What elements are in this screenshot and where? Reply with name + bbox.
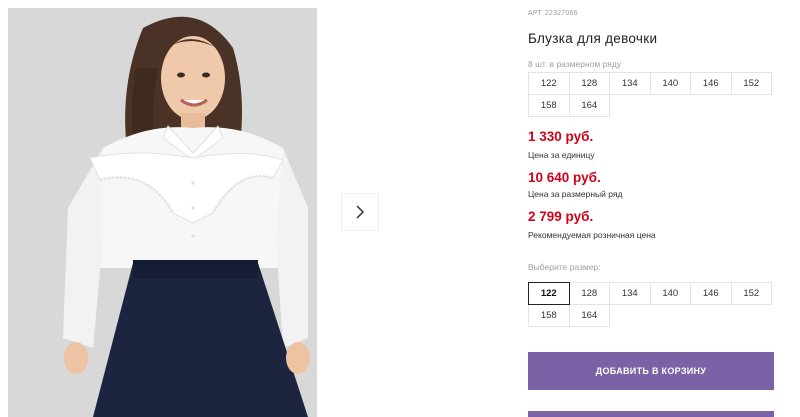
size-option-134[interactable]: 134 xyxy=(609,282,651,305)
product-photo-illustration xyxy=(8,8,317,417)
article-number: АРТ 22327066 xyxy=(528,10,578,17)
size-option-146[interactable]: 146 xyxy=(690,282,732,305)
size-row-cell: 122 xyxy=(528,72,570,95)
size-row-cell: 140 xyxy=(649,72,691,95)
size-row-cell: 146 xyxy=(690,72,732,95)
row-price-note: Цена за размерный ряд xyxy=(528,189,623,199)
product-photo[interactable] xyxy=(8,8,317,417)
size-option-164[interactable]: 164 xyxy=(568,304,610,327)
size-row-cell: 134 xyxy=(609,72,651,95)
add-to-cart-button[interactable]: ДОБАВИТЬ В КОРЗИНУ xyxy=(528,352,774,390)
secondary-action-button[interactable] xyxy=(528,411,774,417)
product-info: АРТ 22327066 Блузка для девочки 8 шт. в р… xyxy=(528,0,800,417)
size-option-152[interactable]: 152 xyxy=(730,282,772,305)
gallery-next-button[interactable] xyxy=(341,193,379,231)
product-title: Блузка для девочки xyxy=(528,31,658,46)
size-option-122[interactable]: 122 xyxy=(528,282,570,305)
size-row-cell: 152 xyxy=(730,72,772,95)
size-row-caption: 8 шт. в размерном ряду xyxy=(528,59,622,69)
product-gallery xyxy=(0,0,392,417)
article-label: АРТ xyxy=(528,10,542,17)
size-option-158[interactable]: 158 xyxy=(528,304,570,327)
row-price: 10 640 руб. xyxy=(528,170,601,185)
size-row-cell: 164 xyxy=(568,94,610,117)
chevron-right-icon xyxy=(356,205,365,219)
choose-size-caption: Выберите размер: xyxy=(528,262,601,272)
size-selector: 122 128 134 140 146 152 158 164 xyxy=(528,282,777,327)
size-row-grid: 122 128 134 140 146 152 158 164 xyxy=(528,72,777,117)
size-row-cell: 128 xyxy=(568,72,610,95)
unit-price-note: Цена за единицу xyxy=(528,150,595,160)
unit-price: 1 330 руб. xyxy=(528,129,594,144)
size-option-140[interactable]: 140 xyxy=(649,282,691,305)
size-option-128[interactable]: 128 xyxy=(568,282,610,305)
article-value: 22327066 xyxy=(544,10,578,17)
retail-price-note: Рекомендуемая розничная цена xyxy=(528,230,656,240)
retail-price: 2 799 руб. xyxy=(528,209,594,224)
size-row-cell: 158 xyxy=(528,94,570,117)
